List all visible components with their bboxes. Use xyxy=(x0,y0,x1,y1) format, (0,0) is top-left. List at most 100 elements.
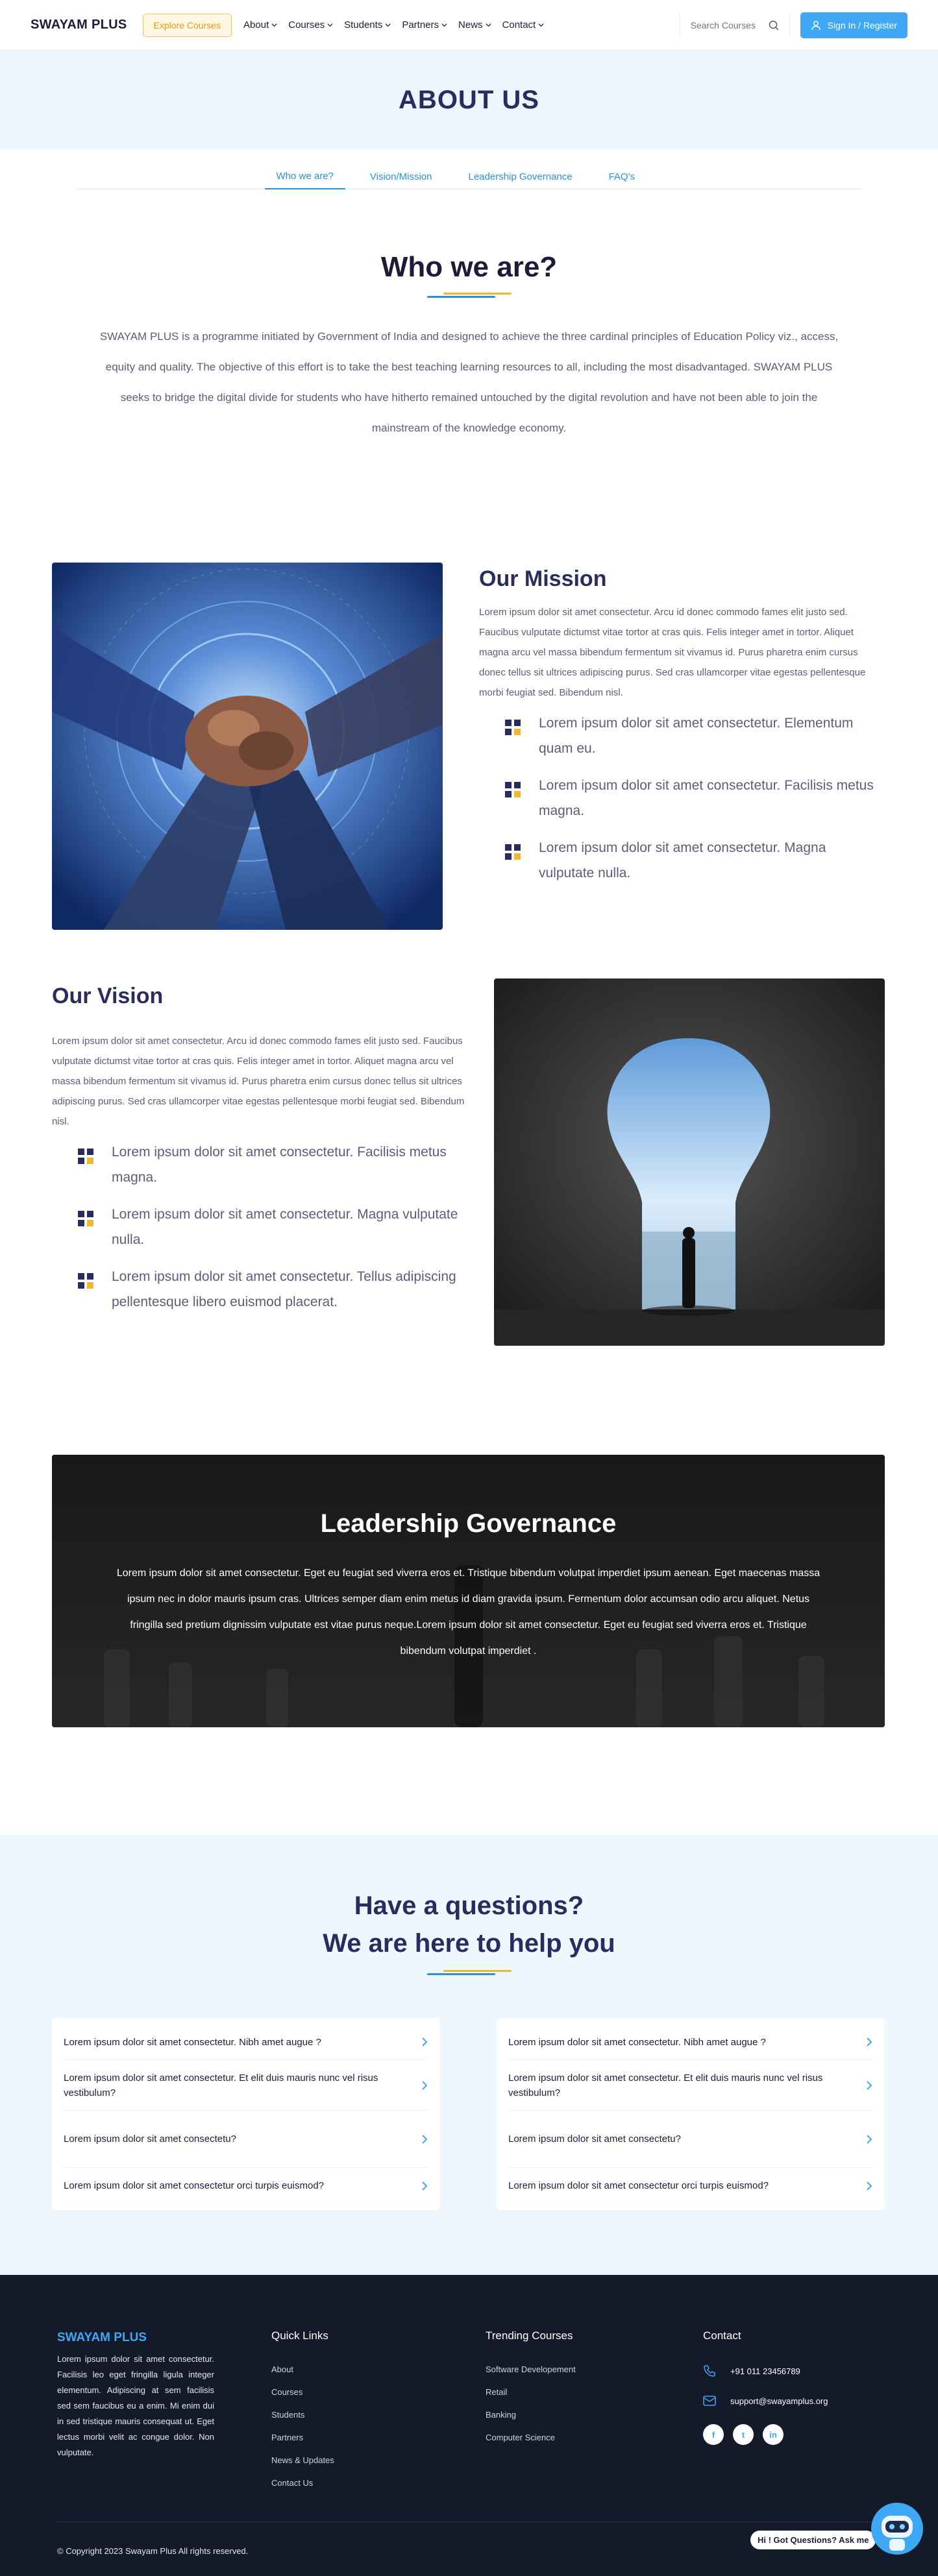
list-item: Lorem ipsum dolor sit amet consectetur. … xyxy=(52,1202,480,1252)
faq-item[interactable]: Lorem ipsum dolor sit amet consectetu? xyxy=(64,2111,428,2168)
who-we-are-text: SWAYAM PLUS is a programme initiated by … xyxy=(99,330,839,434)
grid-icon xyxy=(78,1273,93,1289)
contact-email[interactable]: support@swayamplus.org xyxy=(703,2396,828,2406)
mission-text: Lorem ipsum dolor sit amet consectetur. … xyxy=(479,607,866,698)
who-we-are-section: Who we are? SWAYAM PLUS is a programme i… xyxy=(0,189,938,443)
sign-in-register-button[interactable]: Sign In / Register xyxy=(800,12,907,38)
faq-title-line1: Have a questions? xyxy=(354,1891,584,1920)
list-item-text: Lorem ipsum dolor sit amet consectetur. … xyxy=(539,716,854,756)
chevron-right-icon xyxy=(867,2037,872,2047)
chevron-down-icon xyxy=(327,23,333,27)
faq-column-right: Lorem ipsum dolor sit amet consectetur. … xyxy=(497,2018,885,2210)
faq-item[interactable]: Lorem ipsum dolor sit amet consectetur. … xyxy=(64,2060,428,2111)
nav-label: News xyxy=(458,19,483,30)
faq-question: Lorem ipsum dolor sit amet consectetur. … xyxy=(64,2036,321,2048)
site-footer: SWAYAM PLUS Lorem ipsum dolor sit amet c… xyxy=(0,2275,938,2576)
mission-title: Our Mission xyxy=(479,566,607,591)
list-item: Lorem ipsum dolor sit amet consectetur. … xyxy=(52,1264,480,1315)
footer-link-news[interactable]: News & Updates xyxy=(271,2455,334,2465)
footer-contact: Contact +91 011 23456789 support@swayamp… xyxy=(703,2329,828,2445)
vision-title: Our Vision xyxy=(52,984,164,1008)
tab-faqs[interactable]: FAQ's xyxy=(597,164,647,189)
linkedin-icon[interactable]: in xyxy=(763,2424,784,2445)
facebook-icon[interactable]: f xyxy=(703,2424,724,2445)
footer-link-contact[interactable]: Contact Us xyxy=(271,2478,334,2488)
list-item: Lorem ipsum dolor sit amet consectetur. … xyxy=(52,1139,480,1190)
section-tabs: Who we are? Vision/Mission Leadership Go… xyxy=(76,164,862,189)
footer-link-students[interactable]: Students xyxy=(271,2410,334,2420)
list-item-text: Lorem ipsum dolor sit amet consectetur. … xyxy=(112,1269,456,1309)
site-logo[interactable]: SWAYAM PLUS xyxy=(31,18,127,32)
list-item: Lorem ipsum dolor sit amet consectetur. … xyxy=(479,773,885,823)
nav-item-partners[interactable]: Partners xyxy=(402,19,447,30)
email-address: support@swayamplus.org xyxy=(730,2396,828,2406)
chevron-right-icon xyxy=(867,2181,872,2191)
footer-logo[interactable]: SWAYAM PLUS xyxy=(57,2331,214,2345)
footer-link-partners[interactable]: Partners xyxy=(271,2433,334,2442)
explore-courses-button[interactable]: Explore Courses xyxy=(142,13,232,37)
mission-block: Our Mission Lorem ipsum dolor sit amet c… xyxy=(479,566,885,897)
faq-section: Have a questions? We are here to help yo… xyxy=(0,1835,938,2275)
phone-number: +91 011 23456789 xyxy=(730,2366,800,2376)
faq-question: Lorem ipsum dolor sit amet consectetur. … xyxy=(508,2036,766,2048)
list-item-text: Lorem ipsum dolor sit amet consectetur. … xyxy=(539,778,874,818)
grid-icon xyxy=(78,1148,93,1164)
faq-title-line2: We are here to help you xyxy=(323,1929,615,1958)
phone-icon xyxy=(704,2365,715,2377)
nav-label: About xyxy=(243,19,269,30)
search-input[interactable] xyxy=(690,19,762,30)
tab-who-we-are[interactable]: Who we are? xyxy=(264,164,345,189)
faq-item[interactable]: Lorem ipsum dolor sit amet consectetur. … xyxy=(508,2060,873,2111)
chatbot-icon[interactable] xyxy=(870,2501,924,2560)
leadership-governance-section: Leadership Governance Lorem ipsum dolor … xyxy=(52,1455,885,1727)
list-item: Lorem ipsum dolor sit amet consectetur. … xyxy=(479,835,885,886)
faq-question: Lorem ipsum dolor sit amet consectetur. … xyxy=(508,2072,823,2098)
who-we-are-title: Who we are? xyxy=(380,251,558,283)
vision-text: Lorem ipsum dolor sit amet consectetur. … xyxy=(52,1036,465,1127)
nav-label: Partners xyxy=(402,19,439,30)
nav-item-about[interactable]: About xyxy=(243,19,277,30)
nav-label: Contact xyxy=(502,19,536,30)
footer-link-courses[interactable]: Courses xyxy=(271,2387,334,2397)
chevron-right-icon xyxy=(422,2037,428,2047)
nav-item-courses[interactable]: Courses xyxy=(288,19,333,30)
trending-link[interactable]: Retail xyxy=(486,2387,576,2397)
faq-item[interactable]: Lorem ipsum dolor sit amet consectetur. … xyxy=(64,2024,428,2060)
tab-vision-mission[interactable]: Vision/Mission xyxy=(358,164,444,189)
footer-link-about[interactable]: About xyxy=(271,2364,334,2374)
twitter-icon[interactable]: t xyxy=(733,2424,754,2445)
faq-item[interactable]: Lorem ipsum dolor sit amet consectetur o… xyxy=(508,2168,873,2204)
search-box xyxy=(679,13,790,37)
trending-link[interactable]: Banking xyxy=(486,2410,576,2420)
mail-icon xyxy=(703,2396,716,2406)
contact-phone[interactable]: +91 011 23456789 xyxy=(703,2364,828,2377)
nav-item-contact[interactable]: Contact xyxy=(502,19,545,30)
title-underline xyxy=(426,293,512,298)
nav-item-students[interactable]: Students xyxy=(344,19,391,30)
user-icon xyxy=(811,20,821,30)
mission-list: Lorem ipsum dolor sit amet consectetur. … xyxy=(479,711,885,886)
footer-quick-links: Quick Links About Courses Students Partn… xyxy=(271,2329,334,2501)
faq-question: Lorem ipsum dolor sit amet consectetu? xyxy=(508,2133,681,2145)
faq-item[interactable]: Lorem ipsum dolor sit amet consectetur o… xyxy=(64,2168,428,2204)
faq-question: Lorem ipsum dolor sit amet consectetur. … xyxy=(64,2072,378,2098)
trending-link[interactable]: Computer Science xyxy=(486,2433,576,2442)
search-icon[interactable] xyxy=(769,20,779,30)
nav-item-news[interactable]: News xyxy=(458,19,491,30)
tab-leadership-governance[interactable]: Leadership Governance xyxy=(456,164,584,189)
faq-item[interactable]: Lorem ipsum dolor sit amet consectetu? xyxy=(508,2111,873,2168)
faq-item[interactable]: Lorem ipsum dolor sit amet consectetur. … xyxy=(508,2024,873,2060)
leadership-content: Leadership Governance Lorem ipsum dolor … xyxy=(52,1455,885,1727)
chat-prompt[interactable]: Hi ! Got Questions? Ask me xyxy=(750,2531,876,2549)
trending-title: Trending Courses xyxy=(486,2329,573,2342)
contact-title: Contact xyxy=(703,2329,741,2342)
faq-column-left: Lorem ipsum dolor sit amet consectetur. … xyxy=(52,2018,440,2210)
faq-heading: Have a questions? We are here to help yo… xyxy=(0,1835,938,1975)
vision-row: Our Vision Lorem ipsum dolor sit amet co… xyxy=(52,978,885,1346)
vision-block: Our Vision Lorem ipsum dolor sit amet co… xyxy=(52,984,480,1326)
footer-about-text: Lorem ipsum dolor sit amet consectetur. … xyxy=(57,2354,214,2457)
trending-link[interactable]: Software Developement xyxy=(486,2364,576,2374)
vision-image xyxy=(494,978,885,1346)
list-item-text: Lorem ipsum dolor sit amet consectetur. … xyxy=(112,1145,447,1185)
chevron-down-icon xyxy=(271,23,277,27)
